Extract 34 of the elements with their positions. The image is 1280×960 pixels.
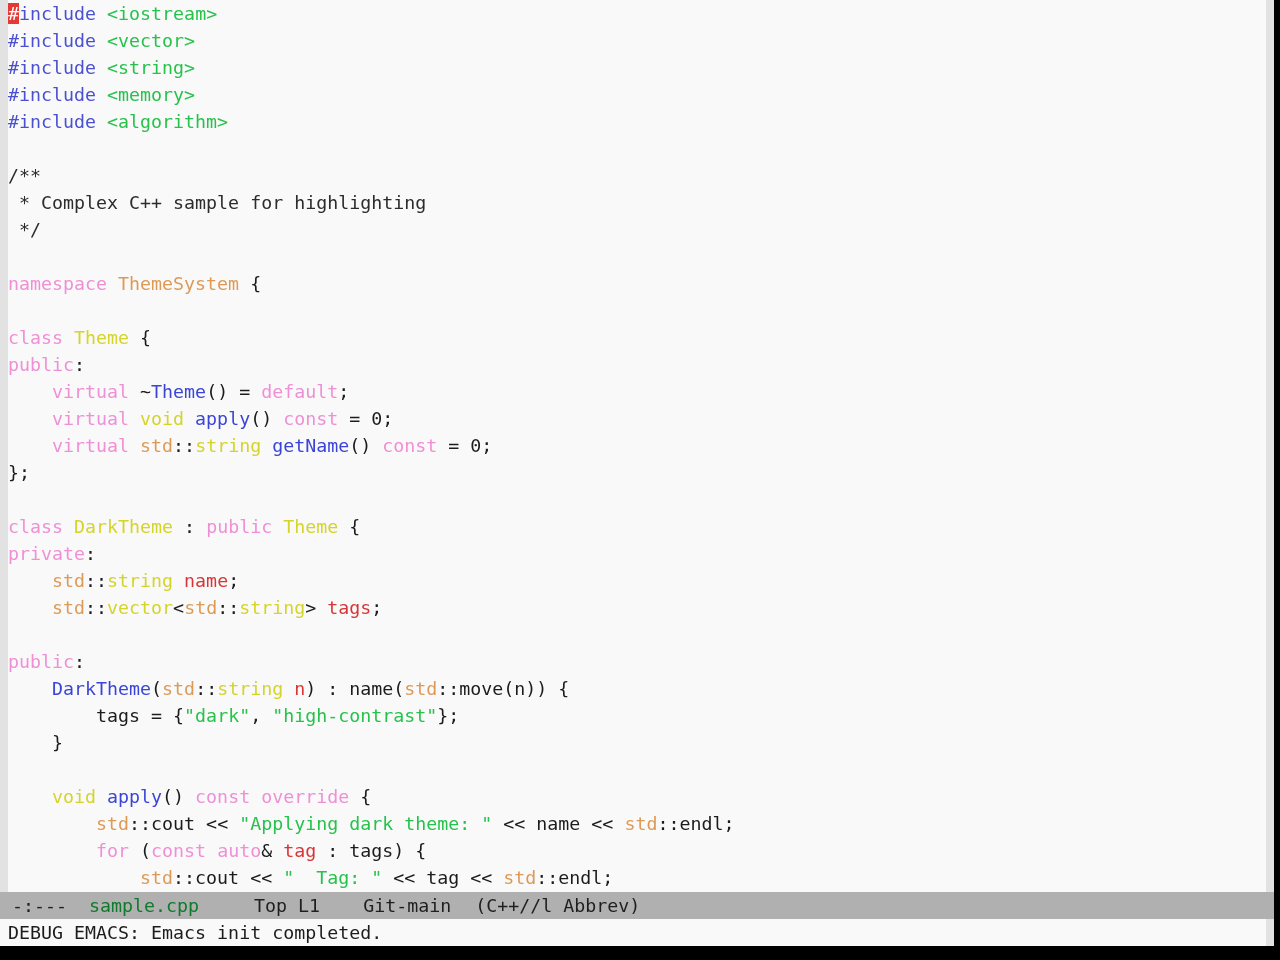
major-mode: (C++//l Abbrev)	[475, 893, 641, 918]
code-line: }	[52, 731, 64, 755]
code-line: std::vector<std::string> tags;	[52, 596, 383, 620]
code-line: std::string name;	[52, 569, 240, 593]
code-line: #include <vector>	[8, 29, 196, 53]
code-line: virtual void apply() const = 0;	[52, 407, 394, 431]
buffer-status: -:---	[12, 893, 68, 918]
code-line: #include <algorithm>	[8, 110, 229, 134]
echo-message: DEBUG EMACS: Emacs init completed.	[8, 920, 383, 945]
code-line: void apply() const override {	[52, 785, 372, 809]
code-line: for (const auto& tag : tags) {	[96, 839, 427, 863]
fringe	[1266, 919, 1274, 946]
code-line: public:	[8, 650, 86, 674]
vc-branch: Git-main	[363, 893, 452, 918]
code-line: #include <iostream>	[8, 2, 218, 26]
code-line: public:	[8, 353, 86, 377]
code-line: std::cout << " Tag: " << tag << std::endl;	[140, 866, 614, 890]
code-line: namespace ThemeSystem {	[8, 272, 262, 296]
code-line: };	[8, 461, 30, 485]
code-line: class DarkTheme : public Theme {	[8, 515, 361, 539]
code-line: * Complex C++ sample for highlighting	[19, 191, 427, 215]
code-line: private:	[8, 542, 97, 566]
code-line: #include <memory>	[8, 83, 196, 107]
code-line: virtual ~Theme() = default;	[52, 380, 350, 404]
code-line: class Theme {	[8, 326, 152, 350]
code-line: */	[19, 218, 41, 242]
code-line: std::cout << "Applying dark theme: " << name << std::endl;	[96, 812, 735, 836]
code-line: /**	[8, 164, 42, 188]
code-line: DarkTheme(std::string n) : name(std::move(n)) {	[52, 677, 570, 701]
buffer-name: sample.cpp	[89, 893, 200, 918]
code-line: virtual std::string getName() const = 0;	[52, 434, 493, 458]
buffer-position: Top L1	[254, 893, 321, 918]
code-line: #include <string>	[8, 56, 196, 80]
code-line: tags = {"dark", "high-contrast"};	[96, 704, 460, 728]
